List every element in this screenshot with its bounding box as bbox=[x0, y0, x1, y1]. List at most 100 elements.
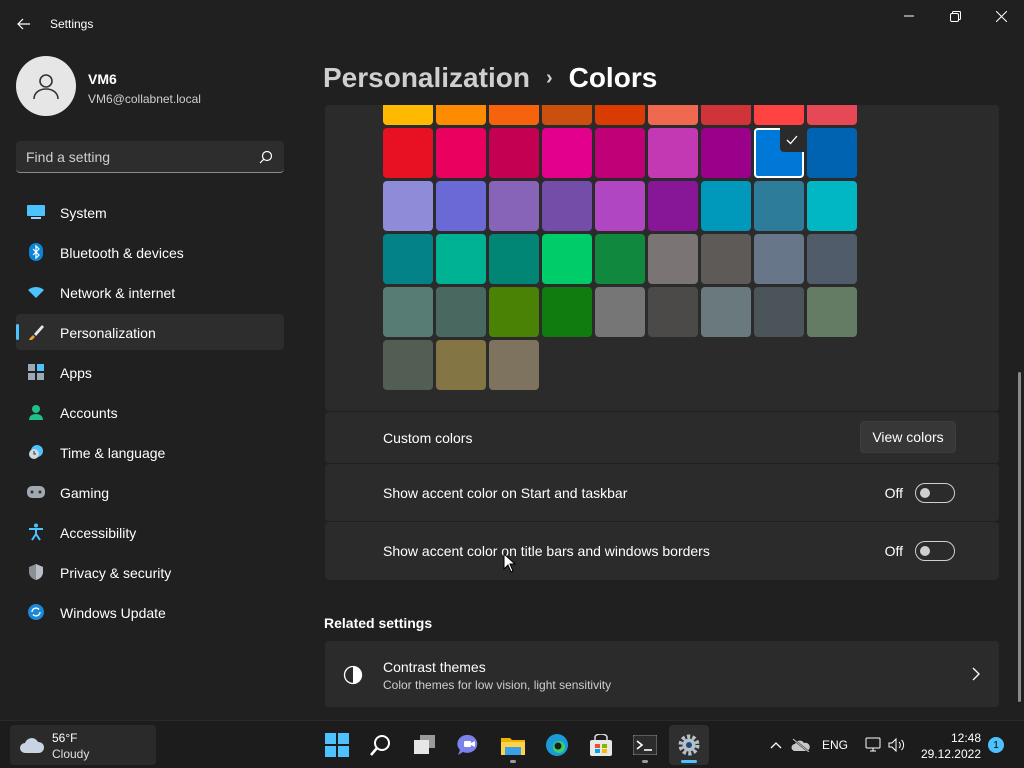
color-swatch[interactable] bbox=[383, 340, 433, 390]
color-swatch[interactable] bbox=[383, 128, 433, 178]
color-swatch[interactable] bbox=[542, 287, 592, 337]
breadcrumb-parent[interactable]: Personalization bbox=[323, 62, 530, 94]
color-swatch[interactable] bbox=[383, 287, 433, 337]
close-icon bbox=[995, 10, 1007, 22]
color-swatch[interactable] bbox=[807, 234, 857, 284]
scrollbar[interactable] bbox=[1018, 372, 1021, 702]
sidebar-item-gaming[interactable]: Gaming bbox=[16, 474, 284, 510]
sidebar-item-time-language[interactable]: Time & language bbox=[16, 434, 284, 470]
color-swatch[interactable] bbox=[595, 234, 645, 284]
view-colors-button[interactable]: View colors bbox=[860, 421, 956, 453]
color-swatch[interactable] bbox=[595, 181, 645, 231]
sidebar-nav: System Bluetooth & devices Network & int… bbox=[16, 194, 284, 634]
color-swatch[interactable] bbox=[648, 181, 698, 231]
edge-button[interactable] bbox=[537, 725, 577, 765]
color-swatch[interactable] bbox=[436, 234, 486, 284]
restore-icon bbox=[949, 10, 961, 22]
weather-widget[interactable]: 56°F Cloudy bbox=[10, 725, 156, 765]
sidebar-item-system[interactable]: System bbox=[16, 194, 284, 230]
color-swatch[interactable] bbox=[489, 340, 539, 390]
color-swatch[interactable] bbox=[648, 128, 698, 178]
color-swatch[interactable] bbox=[701, 181, 751, 231]
language-indicator[interactable]: ENG bbox=[818, 721, 852, 768]
color-swatch[interactable] bbox=[595, 128, 645, 178]
color-swatch[interactable] bbox=[489, 181, 539, 231]
sidebar-item-label: Privacy & security bbox=[60, 565, 172, 581]
color-swatch[interactable] bbox=[648, 287, 698, 337]
clock[interactable]: 12:48 29.12.2022 bbox=[915, 730, 981, 762]
show-hidden-icons-button[interactable] bbox=[766, 721, 786, 768]
accent-start-taskbar-toggle[interactable] bbox=[915, 482, 955, 503]
color-swatch[interactable] bbox=[436, 181, 486, 231]
notification-badge[interactable]: 1 bbox=[988, 737, 1004, 753]
volume-tray[interactable] bbox=[886, 721, 908, 768]
color-swatch[interactable] bbox=[436, 128, 486, 178]
breadcrumb-separator: › bbox=[545, 66, 553, 89]
settings-app-button[interactable] bbox=[669, 725, 709, 765]
color-swatch[interactable] bbox=[807, 128, 857, 178]
color-swatch[interactable] bbox=[807, 287, 857, 337]
color-swatch[interactable] bbox=[754, 181, 804, 231]
color-swatch[interactable] bbox=[701, 287, 751, 337]
terminal-button[interactable] bbox=[625, 725, 665, 765]
start-button[interactable] bbox=[317, 725, 357, 765]
contrast-themes-subtitle: Color themes for low vision, light sensi… bbox=[383, 678, 612, 692]
color-swatch[interactable] bbox=[489, 128, 539, 178]
contrast-themes-link[interactable]: Contrast themes Color themes for low vis… bbox=[325, 641, 999, 707]
color-swatch[interactable] bbox=[542, 105, 592, 125]
color-swatch[interactable] bbox=[595, 105, 645, 125]
sidebar-item-network[interactable]: Network & internet bbox=[16, 274, 284, 310]
color-swatch[interactable] bbox=[542, 128, 592, 178]
sidebar-item-apps[interactable]: Apps bbox=[16, 354, 284, 390]
sidebar-item-privacy[interactable]: Privacy & security bbox=[16, 554, 284, 590]
color-swatch[interactable] bbox=[542, 181, 592, 231]
sidebar-item-accessibility[interactable]: Accessibility bbox=[16, 514, 284, 550]
chat-button[interactable] bbox=[449, 725, 489, 765]
color-swatch[interactable] bbox=[436, 287, 486, 337]
color-swatch[interactable] bbox=[754, 105, 804, 125]
color-swatch[interactable] bbox=[436, 340, 486, 390]
color-swatch[interactable] bbox=[383, 181, 433, 231]
color-swatch[interactable] bbox=[489, 287, 539, 337]
sidebar-item-label: System bbox=[60, 205, 107, 221]
onedrive-tray[interactable] bbox=[790, 721, 812, 768]
color-swatch[interactable] bbox=[648, 234, 698, 284]
color-swatch[interactable] bbox=[701, 105, 751, 125]
color-swatch-selected[interactable] bbox=[754, 128, 804, 178]
sidebar-item-accounts[interactable]: Accounts bbox=[16, 394, 284, 430]
minimize-button[interactable] bbox=[886, 0, 932, 32]
avatar bbox=[16, 56, 76, 116]
search-box[interactable] bbox=[16, 141, 284, 173]
color-swatch[interactable] bbox=[807, 105, 857, 125]
store-button[interactable] bbox=[581, 725, 621, 765]
color-swatch[interactable] bbox=[701, 128, 751, 178]
color-swatch[interactable] bbox=[436, 105, 486, 125]
search-input[interactable] bbox=[26, 141, 246, 172]
color-swatch[interactable] bbox=[489, 234, 539, 284]
taskbar-search-button[interactable] bbox=[361, 725, 401, 765]
color-swatch[interactable] bbox=[542, 234, 592, 284]
sidebar-item-personalization[interactable]: Personalization bbox=[16, 314, 284, 350]
settings-gear-icon bbox=[678, 734, 700, 756]
color-swatch[interactable] bbox=[807, 181, 857, 231]
color-swatch[interactable] bbox=[754, 234, 804, 284]
maximize-button[interactable] bbox=[932, 0, 978, 32]
accent-title-bars-toggle[interactable] bbox=[915, 541, 955, 561]
sidebar-item-bluetooth[interactable]: Bluetooth & devices bbox=[16, 234, 284, 270]
active-app-indicator bbox=[681, 760, 697, 763]
color-swatch[interactable] bbox=[489, 105, 539, 125]
user-profile[interactable]: VM6 VM6@collabnet.local bbox=[16, 56, 286, 118]
person-icon bbox=[27, 404, 45, 420]
color-swatch[interactable] bbox=[595, 287, 645, 337]
sidebar-item-windows-update[interactable]: Windows Update bbox=[16, 594, 284, 630]
back-button[interactable] bbox=[10, 10, 38, 38]
color-swatch[interactable] bbox=[754, 287, 804, 337]
color-swatch[interactable] bbox=[648, 105, 698, 125]
color-swatch[interactable] bbox=[383, 105, 433, 125]
task-view-button[interactable] bbox=[405, 725, 445, 765]
file-explorer-button[interactable] bbox=[493, 725, 533, 765]
color-swatch[interactable] bbox=[383, 234, 433, 284]
network-tray[interactable] bbox=[862, 721, 884, 768]
close-button[interactable] bbox=[978, 0, 1024, 32]
color-swatch[interactable] bbox=[701, 234, 751, 284]
